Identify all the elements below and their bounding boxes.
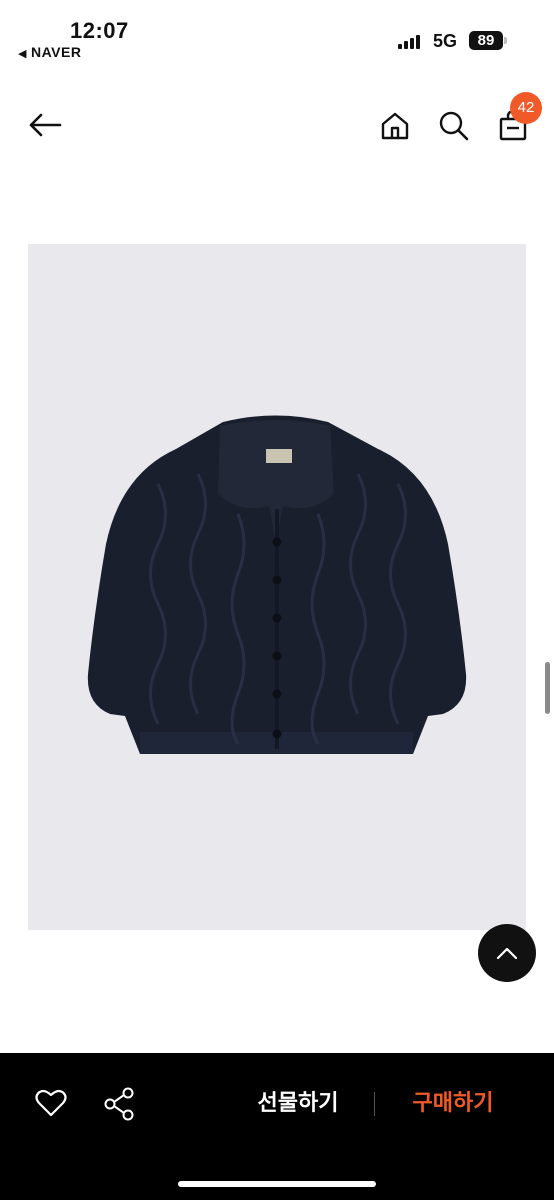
home-icon xyxy=(381,112,409,140)
status-time: 12:07 xyxy=(70,18,129,43)
back-triangle-icon: ◀ xyxy=(18,48,27,60)
search-icon xyxy=(439,111,469,141)
home-indicator xyxy=(178,1181,376,1187)
back-app-label: NAVER xyxy=(30,44,82,60)
scrollbar[interactable] xyxy=(545,662,550,714)
cardigan-image xyxy=(87,415,467,754)
search-button[interactable] xyxy=(434,105,474,147)
bottom-divider xyxy=(374,1092,375,1116)
buy-button[interactable]: 구매하기 xyxy=(396,1084,510,1122)
wishlist-button[interactable] xyxy=(32,1085,70,1121)
arrow-left-icon xyxy=(29,113,62,137)
product-image xyxy=(28,244,526,930)
cart-count-badge: 42 xyxy=(510,92,542,124)
home-button[interactable] xyxy=(375,105,415,147)
gift-button[interactable]: 선물하기 xyxy=(240,1084,356,1122)
scroll-to-top-button[interactable] xyxy=(478,924,536,982)
back-button[interactable] xyxy=(22,105,68,145)
share-icon xyxy=(104,1087,134,1121)
heart-icon xyxy=(35,1089,67,1117)
bottom-action-bar xyxy=(0,1053,554,1200)
back-to-app-link[interactable]: ◀ NAVER xyxy=(18,44,81,60)
status-bar: 12:07 ◀ NAVER 5G 89 xyxy=(0,0,554,70)
share-button[interactable] xyxy=(100,1085,138,1123)
signal-icon xyxy=(398,33,424,49)
chevron-up-icon xyxy=(496,947,518,960)
battery-icon: 89 xyxy=(469,31,503,50)
battery-tip xyxy=(504,37,507,44)
network-type: 5G xyxy=(433,31,458,51)
